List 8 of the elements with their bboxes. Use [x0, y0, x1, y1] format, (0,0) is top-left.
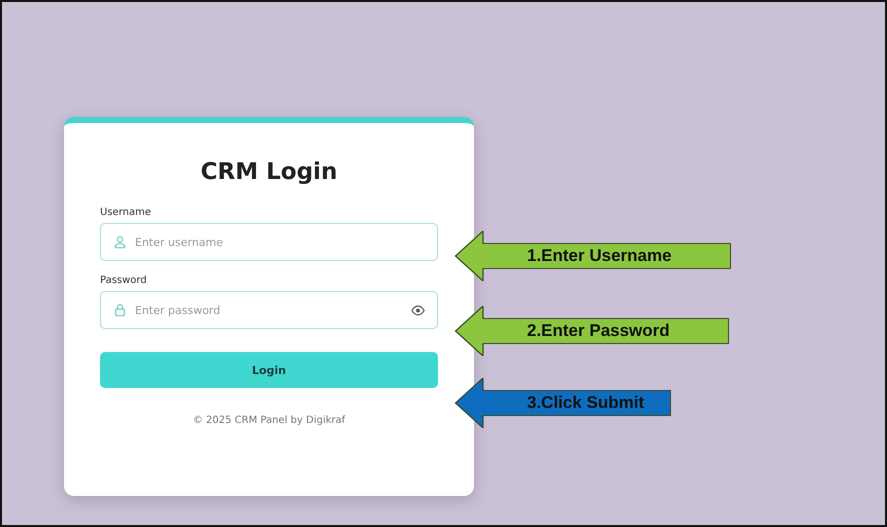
input-field[interactable]: Enter password: [100, 291, 438, 329]
eye-icon[interactable]: [411, 305, 425, 316]
field-label: Password: [100, 275, 148, 286]
field-label: Username: [100, 207, 152, 218]
footer-text: © 2025 CRM Panel by Digikraf: [192, 415, 346, 426]
login-button[interactable]: Login: [100, 352, 438, 388]
login-title: CRM Login: [200, 159, 338, 185]
input-field[interactable]: Enter username: [100, 223, 438, 261]
